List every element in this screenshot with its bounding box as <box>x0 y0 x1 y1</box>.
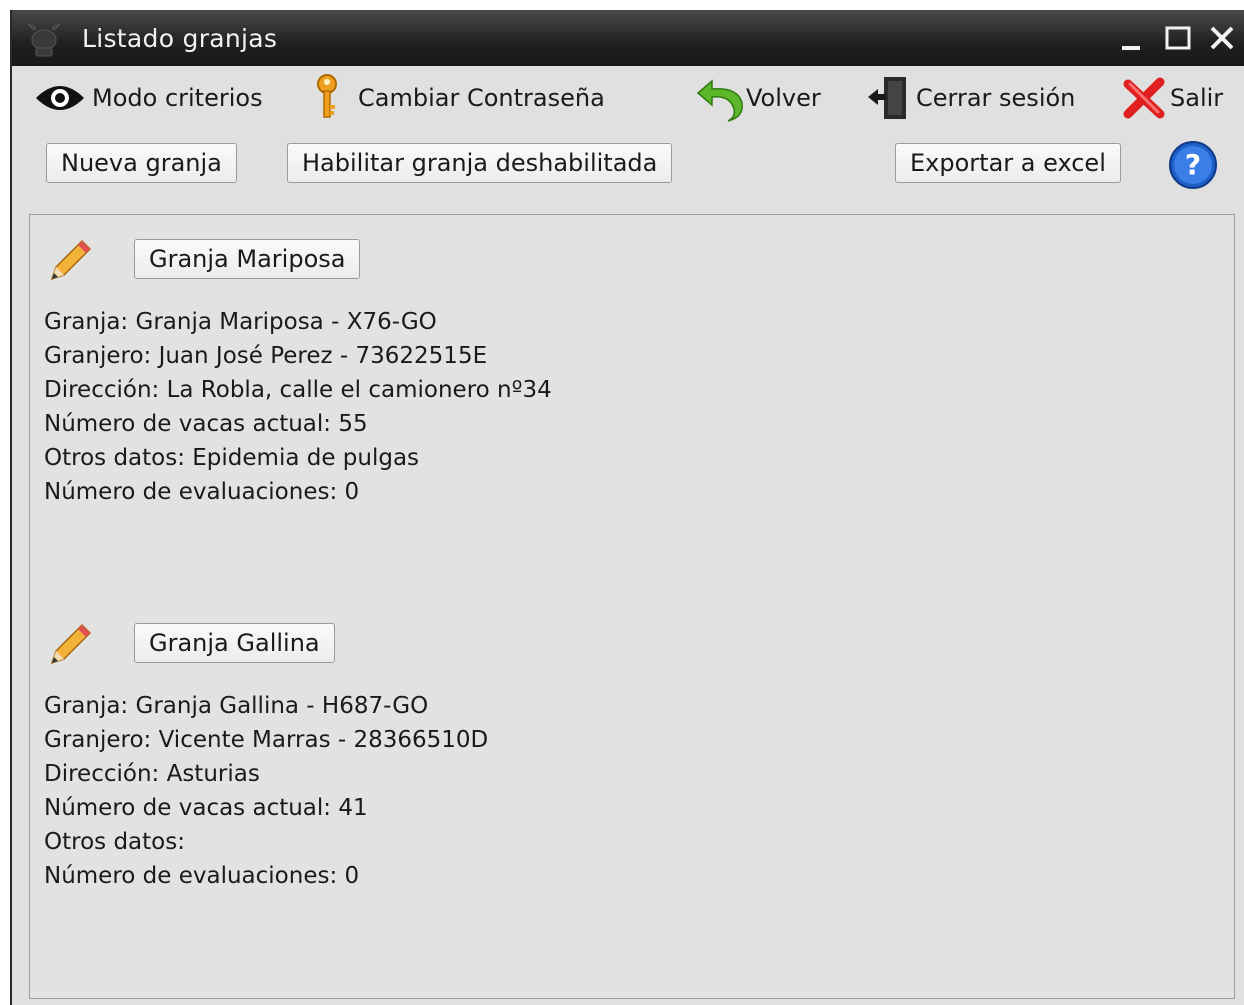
new-farm-button[interactable]: Nueva granja <box>46 143 237 183</box>
back-arrow-icon <box>696 79 743 122</box>
menu-item-modo-criterios[interactable]: Modo criterios <box>34 76 263 120</box>
farm-detail-line: Granjero: Juan José Perez - 73622515E <box>44 343 488 369</box>
farm-detail-line: Número de vacas actual: 41 <box>44 795 368 821</box>
farm-detail-line: Dirección: Asturias <box>44 761 260 787</box>
eye-icon <box>36 86 84 110</box>
menu-label: Cerrar sesión <box>916 84 1076 112</box>
farm-detail-line: Dirección: La Robla, calle el camionero … <box>44 377 552 403</box>
farm-list-panel: Granja Mariposa Granja: Granja Mariposa … <box>29 214 1235 999</box>
farm-detail-line: Número de evaluaciones: 0 <box>44 479 360 505</box>
help-icon[interactable]: ? <box>1168 140 1218 190</box>
farm-detail-line: Granjero: Vicente Marras - 28366510D <box>44 727 489 753</box>
pencil-edit-icon[interactable] <box>44 619 96 671</box>
menu-item-cambiar-contrasena[interactable]: Cambiar Contraseña <box>312 74 605 120</box>
export-excel-button[interactable]: Exportar a excel <box>895 143 1121 183</box>
window-title: Listado granjas <box>82 24 278 53</box>
farm-details: Granja: Granja Mariposa - X76-GO Granjer… <box>44 305 552 509</box>
farm-card: Granja Gallina Granja: Granja Gallina - … <box>30 609 1234 929</box>
menu-label: Salir <box>1170 84 1224 112</box>
menu-label: Modo criterios <box>92 84 263 112</box>
farm-detail-line: Número de vacas actual: 55 <box>44 411 368 437</box>
farm-name-button[interactable]: Granja Mariposa <box>134 239 361 279</box>
menu-item-salir[interactable]: Salir <box>1122 76 1223 120</box>
app-logo-icon <box>27 23 61 57</box>
menu-label: Cambiar Contraseña <box>358 84 605 112</box>
logout-door-icon <box>868 77 906 119</box>
farm-detail-line: Número de evaluaciones: 0 <box>44 863 360 889</box>
menu-label: Volver <box>746 84 821 112</box>
farm-card: Granja Mariposa Granja: Granja Mariposa … <box>30 225 1234 545</box>
title-bar: Listado granjas <box>12 10 1244 66</box>
farm-detail-line: Otros datos: <box>44 829 185 855</box>
key-icon <box>317 74 337 118</box>
minimize-icon[interactable] <box>1116 20 1148 56</box>
menu-bar: Modo criterios Cambiar Contraseña Volver <box>12 66 1244 126</box>
red-x-icon <box>1123 77 1165 119</box>
svg-text:?: ? <box>1185 148 1201 181</box>
app-window: Listado granjas Modo criterios Cambiar C… <box>10 10 1244 1005</box>
farm-name-button[interactable]: Granja Gallina <box>134 623 335 663</box>
farm-detail-line: Granja: Granja Gallina - H687-GO <box>44 693 429 719</box>
farm-details: Granja: Granja Gallina - H687-GO Granjer… <box>44 689 488 893</box>
maximize-icon[interactable] <box>1162 20 1194 56</box>
farm-detail-line: Granja: Granja Mariposa - X76-GO <box>44 309 437 335</box>
pencil-edit-icon[interactable] <box>44 235 96 287</box>
enable-disabled-farm-button[interactable]: Habilitar granja deshabilitada <box>287 143 673 183</box>
close-icon[interactable] <box>1206 20 1238 56</box>
menu-item-volver[interactable]: Volver <box>694 76 821 122</box>
menu-item-cerrar-sesion[interactable]: Cerrar sesión <box>864 76 1075 120</box>
farm-detail-line: Otros datos: Epidemia de pulgas <box>44 445 420 471</box>
